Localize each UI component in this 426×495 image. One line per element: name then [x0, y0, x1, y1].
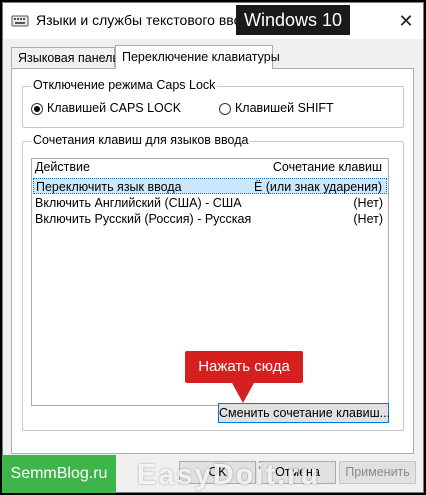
hotkeys-legend: Сочетания клавиш для языков ввода: [31, 133, 251, 147]
tab-language-bar[interactable]: Языковая панель: [11, 47, 119, 67]
screenshot-frame: Языки и службы текстового ввода Windows …: [0, 0, 426, 495]
tab-keyboard-switching[interactable]: Переключение клавиатуры: [115, 45, 280, 69]
keyboard-icon: [11, 12, 29, 30]
radio-caps-lock-label: Клавишей CAPS LOCK: [47, 101, 182, 115]
list-item[interactable]: Включить Русский (Россия) - Русская (Нет…: [33, 211, 387, 227]
list-item-action: Переключить язык ввода: [36, 180, 182, 194]
list-header: Действие Сочетание клавиш: [32, 159, 388, 176]
window-title: Языки и службы текстового ввода: [36, 12, 258, 28]
list-item-action: Включить Русский (Россия) - Русская: [35, 212, 252, 226]
close-icon[interactable]: ✕: [395, 10, 417, 32]
column-header-action[interactable]: Действие: [35, 159, 90, 176]
dialog-window: Языки и службы текстового ввода Windows …: [2, 2, 424, 493]
change-key-sequence-button[interactable]: Сменить сочетание клавиш...: [218, 403, 390, 423]
site-watermark-badge: SemmBlog.ru: [2, 455, 116, 493]
list-item-action: Включить Английский (США) - США: [35, 196, 242, 210]
tab-panel: Отключение режима Caps Lock Клавишей CAP…: [11, 68, 414, 454]
radio-caps-lock[interactable]: Клавишей CAPS LOCK: [31, 99, 181, 117]
radio-unchecked-icon[interactable]: [219, 102, 231, 115]
list-item[interactable]: Переключить язык ввода Ё (или знак ударе…: [33, 178, 387, 194]
title-bar[interactable]: Языки и службы текстового ввода Windows …: [3, 3, 423, 39]
list-item-combo: (Нет): [353, 212, 383, 226]
radio-checked-icon[interactable]: [31, 102, 43, 115]
apply-button[interactable]: Применить: [339, 461, 416, 484]
callout-arrow-icon: [232, 383, 254, 403]
annotation-callout: Нажать сюда: [185, 351, 303, 383]
hotkeys-group: Сочетания клавиш для языков ввода Действ…: [22, 133, 404, 431]
os-badge: Windows 10: [236, 5, 351, 35]
column-header-combo[interactable]: Сочетание клавиш: [273, 159, 382, 176]
site-watermark-text: EasyDoit.ru: [137, 459, 321, 491]
radio-shift-label: Клавишей SHIFT: [235, 101, 334, 115]
list-item[interactable]: Включить Английский (США) - США (Нет): [33, 195, 387, 211]
list-item-combo: Ё (или знак ударения): [253, 180, 382, 194]
list-item-combo: (Нет): [353, 196, 383, 210]
caps-lock-group: Отключение режима Caps Lock Клавишей CAP…: [22, 78, 404, 128]
caps-lock-legend: Отключение режима Caps Lock: [31, 78, 218, 92]
radio-shift[interactable]: Клавишей SHIFT: [219, 99, 334, 117]
